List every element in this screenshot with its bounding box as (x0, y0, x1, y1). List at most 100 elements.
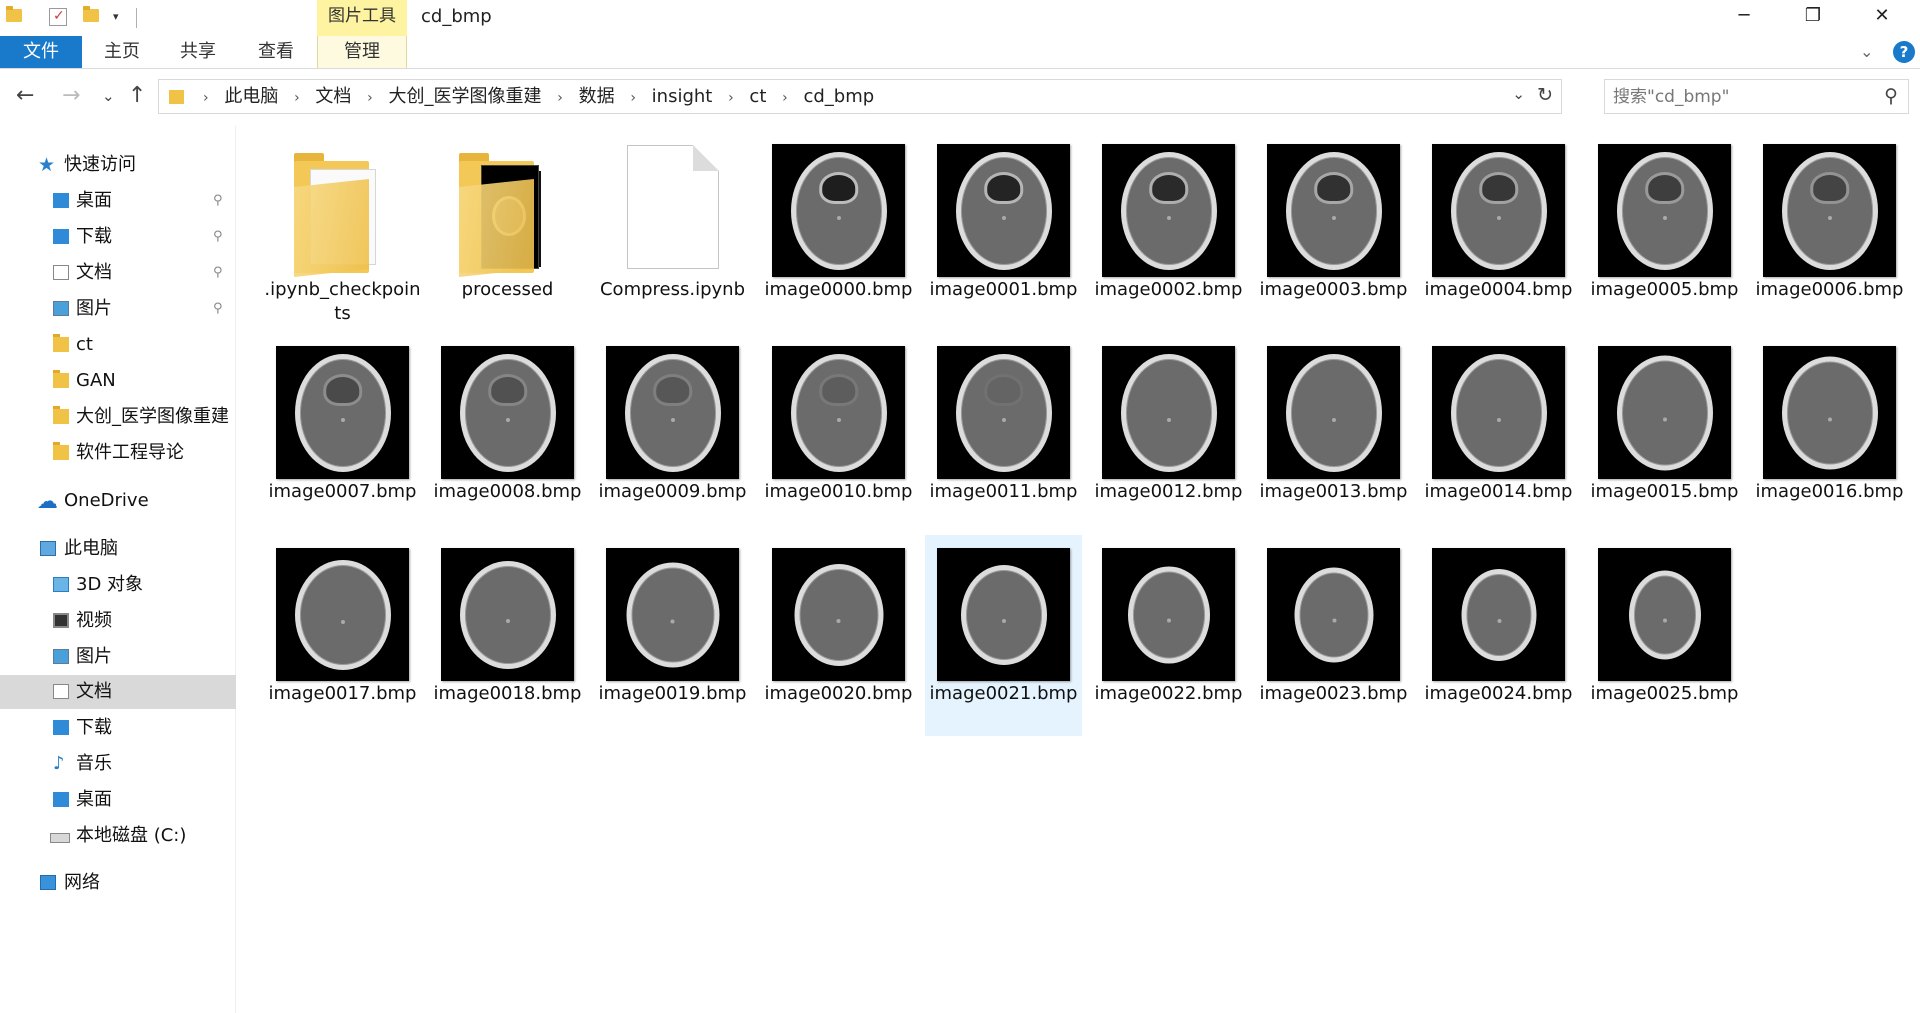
nav-network[interactable]: 网络 (0, 866, 236, 900)
file-item-image[interactable]: image0010.bmp (760, 333, 917, 534)
up-button[interactable]: ↑ (128, 83, 146, 108)
file-item-image[interactable]: image0021.bmp (925, 535, 1082, 736)
nav-this-pc[interactable]: 此电脑 (0, 532, 236, 566)
breadcrumb-data[interactable]: 数据 (579, 86, 615, 107)
file-item-image[interactable]: image0024.bmp (1420, 535, 1577, 736)
file-item-image[interactable]: image0019.bmp (594, 535, 751, 736)
file-item-image[interactable]: image0020.bmp (760, 535, 917, 736)
file-item-image[interactable]: image0025.bmp (1586, 535, 1743, 736)
nav-item-documents-pc[interactable]: 文档 (0, 675, 236, 709)
search-input[interactable] (1613, 84, 1863, 110)
navigation-pane: ★ 快速访问 桌面 ⚲ 下载 ⚲ 文档 ⚲ 图片 ⚲ ct GAN 大创_医学图… (0, 126, 236, 1013)
toolbar-divider (136, 8, 137, 28)
skull-scan-graphic (1120, 353, 1217, 472)
ct-scan-thumbnail (1267, 346, 1400, 479)
breadcrumb-insight[interactable]: insight (652, 86, 713, 107)
file-item-image[interactable]: image0001.bmp (925, 131, 1082, 332)
breadcrumb-project[interactable]: 大创_医学图像重建 (389, 86, 542, 107)
nav-item-software-engineering[interactable]: 软件工程导论 (0, 436, 236, 470)
file-item-folder[interactable]: processed (429, 131, 586, 332)
skull-scan-graphic (790, 353, 887, 472)
file-item-image[interactable]: image0002.bmp (1090, 131, 1247, 332)
skull-scan-graphic (955, 151, 1052, 270)
nav-item-desktop[interactable]: 桌面 ⚲ (0, 184, 236, 218)
nav-item-documents[interactable]: 文档 ⚲ (0, 256, 236, 290)
file-item-image[interactable]: image0013.bmp (1255, 333, 1412, 534)
file-item-image[interactable]: image0023.bmp (1255, 535, 1412, 736)
skull-scan-graphic (1781, 151, 1878, 270)
file-item-image[interactable]: image0003.bmp (1255, 131, 1412, 332)
tab-share[interactable]: 共享 (166, 36, 230, 68)
breadcrumb-separator[interactable]: › (620, 90, 646, 106)
back-button[interactable]: ← (16, 83, 34, 108)
customize-toolbar-caret-icon[interactable]: ▾ (113, 10, 119, 32)
file-item-image[interactable]: image0014.bmp (1420, 333, 1577, 534)
nav-item-local-disk[interactable]: 本地磁盘 (C:) (0, 819, 236, 853)
search-icon[interactable]: ⚲ (1884, 85, 1898, 107)
breadcrumb-ct[interactable]: ct (749, 86, 766, 107)
breadcrumb-separator[interactable]: › (547, 90, 573, 106)
title-bar: ▾ 图片工具 cd_bmp ─ ❐ ✕ (0, 0, 1920, 36)
properties-icon[interactable] (49, 8, 67, 26)
nav-onedrive[interactable]: ☁ OneDrive (0, 484, 236, 518)
file-item-image[interactable]: image0016.bmp (1751, 333, 1908, 534)
nav-item-ct[interactable]: ct (0, 328, 236, 362)
file-item-image[interactable]: image0018.bmp (429, 535, 586, 736)
file-item-folder[interactable]: .ipynb_checkpoints (264, 131, 421, 332)
nav-item-downloads[interactable]: 下载 ⚲ (0, 220, 236, 254)
forward-button[interactable]: → (62, 83, 80, 108)
address-dropdown-icon[interactable]: ⌄ (1512, 85, 1525, 103)
ct-scan-thumbnail (1267, 144, 1400, 277)
nav-quick-access[interactable]: ★ 快速访问 (0, 148, 236, 182)
tab-view[interactable]: 查看 (244, 36, 308, 68)
refresh-icon[interactable]: ↻ (1537, 84, 1553, 106)
help-icon[interactable]: ? (1893, 41, 1915, 63)
recent-locations-icon[interactable]: ⌄ (102, 87, 115, 105)
file-name: image0004.bmp (1424, 279, 1573, 300)
maximize-button[interactable]: ❐ (1781, 0, 1845, 32)
breadcrumb-separator[interactable]: › (718, 90, 744, 106)
file-item-image[interactable]: image0004.bmp (1420, 131, 1577, 332)
file-item-image[interactable]: image0017.bmp (264, 535, 421, 736)
file-item-image[interactable]: image0022.bmp (1090, 535, 1247, 736)
breadcrumb-separator[interactable]: › (772, 90, 798, 106)
breadcrumb-documents[interactable]: 文档 (315, 86, 351, 107)
tab-manage[interactable]: 管理 (317, 36, 407, 68)
file-item-image[interactable]: image0006.bmp (1751, 131, 1908, 332)
nav-item-project[interactable]: 大创_医学图像重建 (0, 400, 236, 434)
new-folder-icon[interactable] (83, 6, 99, 22)
file-item-document[interactable]: Compress.ipynb (594, 131, 751, 332)
scan-detail-graphic (487, 373, 528, 406)
close-button[interactable]: ✕ (1850, 0, 1914, 32)
file-item-image[interactable]: image0011.bmp (925, 333, 1082, 534)
breadcrumb-separator[interactable]: › (357, 90, 383, 106)
folder-icon (169, 90, 184, 104)
file-item-image[interactable]: image0015.bmp (1586, 333, 1743, 534)
minimize-button[interactable]: ─ (1712, 0, 1776, 32)
file-name: image0005.bmp (1590, 279, 1739, 300)
breadcrumb-cd-bmp[interactable]: cd_bmp (803, 86, 874, 107)
nav-item-downloads-pc[interactable]: 下载 (0, 711, 236, 745)
file-name: Compress.ipynb (599, 279, 745, 300)
expand-ribbon-icon[interactable]: ⌄ (1860, 42, 1873, 61)
nav-item-videos[interactable]: 视频 (0, 604, 236, 638)
nav-item-gan[interactable]: GAN (0, 364, 236, 398)
scan-detail-graphic (1644, 171, 1685, 204)
nav-item-pictures[interactable]: 图片 ⚲ (0, 292, 236, 326)
tab-home[interactable]: 主页 (90, 36, 154, 68)
file-item-image[interactable]: image0005.bmp (1586, 131, 1743, 332)
file-item-image[interactable]: image0009.bmp (594, 333, 751, 534)
address-bar[interactable]: › 此电脑 › 文档 › 大创_医学图像重建 › 数据 › insight › … (158, 79, 1562, 114)
nav-item-music[interactable]: ♪ 音乐 (0, 747, 236, 781)
breadcrumb-separator[interactable]: › (284, 90, 310, 106)
tab-file[interactable]: 文件 (0, 36, 82, 68)
nav-item-3d-objects[interactable]: 3D 对象 (0, 568, 236, 602)
file-item-image[interactable]: image0012.bmp (1090, 333, 1247, 534)
nav-item-desktop-pc[interactable]: 桌面 (0, 783, 236, 817)
nav-label: 此电脑 (64, 538, 118, 559)
file-item-image[interactable]: image0008.bmp (429, 333, 586, 534)
file-item-image[interactable]: image0000.bmp (760, 131, 917, 332)
breadcrumb-this-pc[interactable]: 此电脑 (224, 86, 278, 107)
file-item-image[interactable]: image0007.bmp (264, 333, 421, 534)
nav-item-pictures-pc[interactable]: 图片 (0, 640, 236, 674)
